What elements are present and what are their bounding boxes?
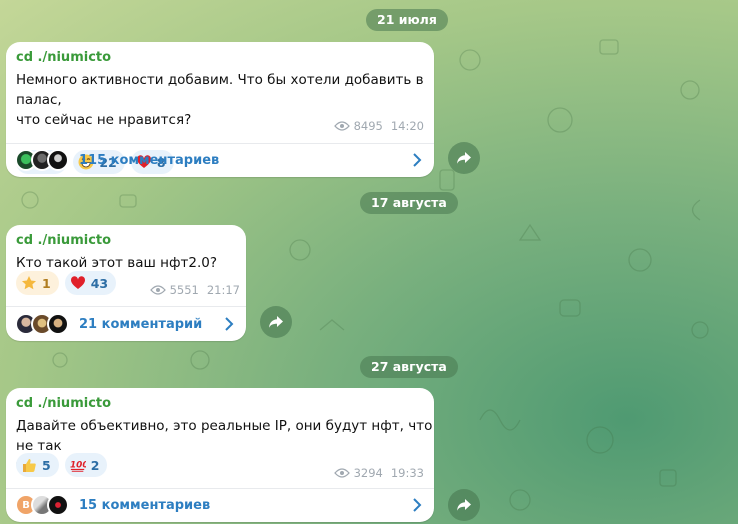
views-time: 5551 21:17 — [149, 283, 240, 297]
chevron-right-icon — [413, 153, 422, 167]
view-count: 3294 — [353, 466, 383, 480]
reaction-count: 1 — [42, 275, 51, 291]
share-arrow-icon — [457, 152, 471, 164]
date-separator: 27 августа — [360, 356, 458, 378]
comments-link[interactable]: B 15 комментариев — [6, 488, 434, 522]
reactions-bar: 1 43 — [16, 271, 117, 295]
chevron-right-icon — [413, 498, 422, 512]
comments-count: 115 комментариев — [79, 152, 220, 168]
post-author[interactable]: cd ./niumicto — [16, 233, 111, 248]
channel-post: cd ./niumicto Немного активности добавим… — [6, 42, 434, 177]
reaction-count: 43 — [90, 275, 109, 291]
reaction-thumbs-up[interactable]: 5 — [16, 453, 59, 477]
share-button[interactable] — [260, 306, 292, 338]
red-heart-icon — [70, 276, 85, 289]
post-author[interactable]: cd ./niumicto — [16, 50, 111, 65]
channel-post: cd ./niumicto Давайте объективно, это ре… — [6, 388, 434, 522]
post-text: Кто такой этот ваш нфт2.0? — [16, 255, 218, 271]
reaction-count: 5 — [42, 457, 51, 473]
reaction-star[interactable]: 1 — [16, 271, 59, 295]
post-time: 19:33 — [390, 466, 424, 480]
reaction-hundred[interactable]: 100 2 — [64, 453, 108, 477]
date-separator: 21 июля — [366, 9, 448, 31]
post-author[interactable]: cd ./niumicto — [16, 396, 111, 411]
reaction-heart[interactable]: 43 — [64, 271, 117, 295]
share-button[interactable] — [448, 489, 480, 521]
share-button[interactable] — [448, 142, 480, 174]
view-count: 5551 — [169, 283, 199, 297]
date-separator: 17 августа — [360, 192, 458, 214]
avatar — [47, 494, 69, 516]
comments-count: 15 комментариев — [79, 497, 211, 513]
comments-link[interactable]: 115 комментариев — [6, 143, 434, 177]
views-time: 3294 19:33 — [333, 466, 424, 480]
star-icon — [22, 276, 36, 290]
reaction-count: 2 — [90, 457, 100, 473]
commenter-avatars: B — [15, 494, 69, 516]
hundred-points-icon: 100 — [70, 461, 86, 472]
comments-count: 21 комментарий — [79, 316, 203, 332]
post-time: 14:20 — [390, 119, 424, 133]
share-arrow-icon — [269, 316, 283, 328]
eye-icon — [333, 468, 350, 478]
commenter-avatars — [15, 149, 69, 171]
eye-icon — [333, 121, 350, 131]
view-count: 8495 — [353, 119, 383, 133]
avatar — [47, 149, 69, 171]
reactions-bar: 5 100 2 — [16, 453, 108, 477]
eye-icon — [149, 285, 166, 295]
post-time: 21:17 — [206, 283, 240, 297]
views-time: 8495 14:20 — [333, 119, 424, 133]
commenter-avatars — [15, 313, 69, 335]
chevron-right-icon — [225, 317, 234, 331]
avatar — [47, 313, 69, 335]
share-arrow-icon — [457, 499, 471, 511]
comments-link[interactable]: 21 комментарий — [6, 307, 246, 341]
thumbs-up-icon — [23, 459, 36, 472]
channel-post: cd ./niumicto Кто такой этот ваш нфт2.0?… — [6, 225, 246, 341]
